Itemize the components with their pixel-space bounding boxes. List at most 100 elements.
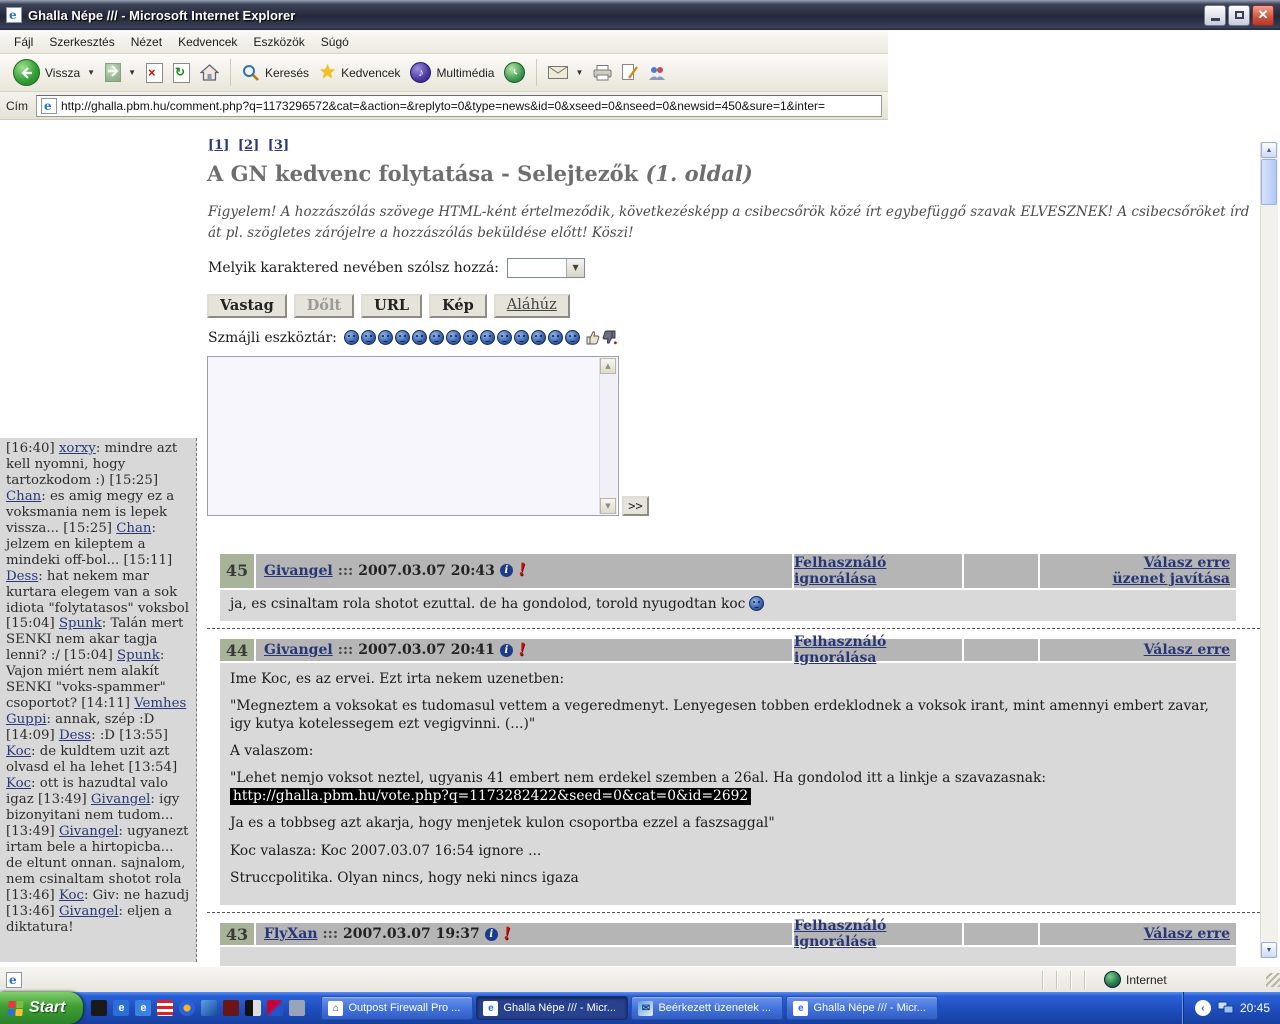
ignore-user-link[interactable]: Felhasználó ignorálása: [794, 918, 962, 950]
format-italic-button[interactable]: Dőlt: [294, 294, 354, 318]
info-icon[interactable]: i: [500, 644, 513, 657]
start-button[interactable]: Start: [0, 992, 83, 1024]
info-icon[interactable]: i: [485, 928, 498, 941]
post-author-link[interactable]: Givangel: [264, 642, 333, 658]
scrollbar-thumb[interactable]: [1261, 159, 1277, 205]
page-link-1[interactable]: [1]: [208, 138, 229, 153]
chat-nick-link[interactable]: Dess: [6, 569, 38, 584]
edit-button[interactable]: [617, 62, 643, 83]
ie-icon[interactable]: e: [113, 1000, 129, 1016]
forward-button[interactable]: ▼: [100, 61, 141, 84]
exclamation-icon[interactable]: !: [517, 643, 526, 657]
smiley-10-icon[interactable]: [497, 330, 512, 345]
scroll-up-icon[interactable]: ▲: [600, 358, 616, 374]
smiley-12-icon[interactable]: [531, 330, 546, 345]
search-button[interactable]: Keresés: [237, 62, 314, 84]
ie-icon[interactable]: e: [135, 1000, 151, 1016]
resize-grip[interactable]: [1266, 973, 1280, 987]
menu-help[interactable]: Súgó: [313, 32, 357, 52]
page-scrollbar[interactable]: ▲ ▼: [1260, 142, 1278, 958]
comment-textarea[interactable]: ▲ ▼: [207, 356, 619, 516]
mail-dropdown-caret[interactable]: ▼: [575, 68, 583, 77]
print-button[interactable]: [588, 63, 617, 83]
chat-nick-link[interactable]: Givangel: [59, 824, 119, 839]
menu-view[interactable]: Nézet: [123, 32, 170, 52]
info-icon[interactable]: i: [500, 564, 513, 577]
page-link-2[interactable]: [2]: [238, 138, 259, 153]
scroll-down-icon[interactable]: ▼: [1261, 942, 1277, 958]
chat-nick-link[interactable]: Spunk: [59, 616, 102, 631]
ignore-user-link[interactable]: Felhasználó ignorálása: [794, 555, 962, 587]
chat-nick-link[interactable]: Chan: [6, 489, 41, 504]
textarea-scrollbar[interactable]: ▲ ▼: [599, 358, 617, 514]
format-url-button[interactable]: URL: [361, 294, 422, 318]
ignore-user-link[interactable]: Felhasználó ignorálása: [794, 634, 962, 666]
black-app-icon[interactable]: [91, 1000, 107, 1016]
red-stripe-app-icon[interactable]: [157, 1000, 173, 1016]
page-link-3[interactable]: [3]: [268, 138, 289, 153]
taskbar-button-ghalla-2[interactable]: e Ghalla Népe /// - Micr...: [786, 996, 938, 1020]
network-icon[interactable]: [1217, 1001, 1234, 1015]
chat-nick-link[interactable]: Chan: [116, 521, 151, 536]
menu-favorites[interactable]: Kedvencek: [170, 32, 245, 52]
post-author-link[interactable]: FlyXan: [264, 926, 318, 942]
edit-message-link[interactable]: üzenet javítása: [1112, 571, 1230, 587]
back-dropdown-caret[interactable]: ▼: [87, 68, 95, 77]
smiley-11-icon[interactable]: [514, 330, 529, 345]
address-input[interactable]: e http://ghalla.pbm.hu/comment.php?q=117…: [36, 95, 882, 117]
smiley-14-icon[interactable]: [565, 330, 580, 345]
format-bold-button[interactable]: Vastag: [207, 294, 287, 318]
media-button[interactable]: ♪ Multimédia: [405, 60, 499, 85]
history-button[interactable]: [499, 60, 530, 85]
exclamation-icon[interactable]: !: [502, 927, 511, 941]
chevron-down-icon[interactable]: ▼: [566, 259, 584, 277]
mail-button[interactable]: ▼: [543, 64, 588, 81]
smiley-13-icon[interactable]: [548, 330, 563, 345]
thumb-down-icon[interactable]: [602, 330, 617, 345]
smiley-7-icon[interactable]: [446, 330, 461, 345]
reply-link[interactable]: Válasz erre: [1144, 926, 1230, 942]
smiley-1-icon[interactable]: [344, 330, 359, 345]
media-player-icon[interactable]: [179, 1000, 195, 1016]
messenger-button[interactable]: [643, 63, 671, 83]
smiley-9-icon[interactable]: [480, 330, 495, 345]
thumb-up-icon[interactable]: [585, 330, 600, 345]
refresh-button[interactable]: ↻: [168, 61, 195, 85]
forward-dropdown-caret[interactable]: ▼: [128, 68, 136, 77]
smiley-2-icon[interactable]: [361, 330, 376, 345]
character-select[interactable]: ▼: [507, 258, 585, 278]
dark-red-app-icon[interactable]: [223, 1000, 239, 1016]
close-button[interactable]: ✕: [1252, 5, 1274, 26]
post-author-link[interactable]: Givangel: [264, 563, 333, 579]
smiley-3-icon[interactable]: [378, 330, 393, 345]
smiley-4-icon[interactable]: [395, 330, 410, 345]
smiley-8-icon[interactable]: [463, 330, 478, 345]
chat-nick-link[interactable]: Givangel: [59, 904, 119, 919]
smiley-6-icon[interactable]: [429, 330, 444, 345]
chat-nick-link[interactable]: Spunk: [117, 648, 160, 663]
reply-link[interactable]: Válasz erre: [1144, 642, 1230, 658]
chat-nick-link[interactable]: Dess: [59, 728, 91, 743]
menu-tools[interactable]: Eszközök: [245, 32, 312, 52]
contact-app-icon[interactable]: [245, 1000, 261, 1016]
taskbar-button-inbox[interactable]: ✉ Beérkezett üzenetek ...: [631, 996, 783, 1020]
format-underline-button[interactable]: Aláhúz: [494, 294, 570, 318]
messenger-icon[interactable]: [201, 1000, 217, 1016]
minimize-button[interactable]: [1204, 5, 1226, 26]
stop-button[interactable]: ×: [141, 61, 168, 85]
red-blue-app-icon[interactable]: [267, 1000, 283, 1016]
smiley-5-icon[interactable]: [412, 330, 427, 345]
chat-nick-link[interactable]: Givangel: [91, 792, 151, 807]
exclamation-icon[interactable]: !: [517, 564, 526, 578]
taskbar-button-outpost[interactable]: ⌂ Outpost Firewall Pro ...: [321, 996, 473, 1020]
favorites-button[interactable]: ★ Kedvencek: [314, 62, 405, 84]
hidden-icons-chevron[interactable]: ‹: [1195, 1000, 1211, 1016]
format-image-button[interactable]: Kép: [429, 294, 487, 318]
selected-vote-url[interactable]: http://ghalla.pbm.hu/vote.php?q=11732824…: [230, 788, 751, 805]
back-button[interactable]: Vissza ▼: [8, 57, 100, 88]
chat-nick-link[interactable]: Koc: [6, 776, 31, 791]
show-desktop-icon[interactable]: [289, 1000, 305, 1016]
scroll-down-icon[interactable]: ▼: [600, 498, 616, 514]
menu-edit[interactable]: Szerkesztés: [41, 32, 122, 52]
taskbar-button-ghalla-active[interactable]: e Ghalla Népe /// - Micr...: [476, 996, 628, 1020]
